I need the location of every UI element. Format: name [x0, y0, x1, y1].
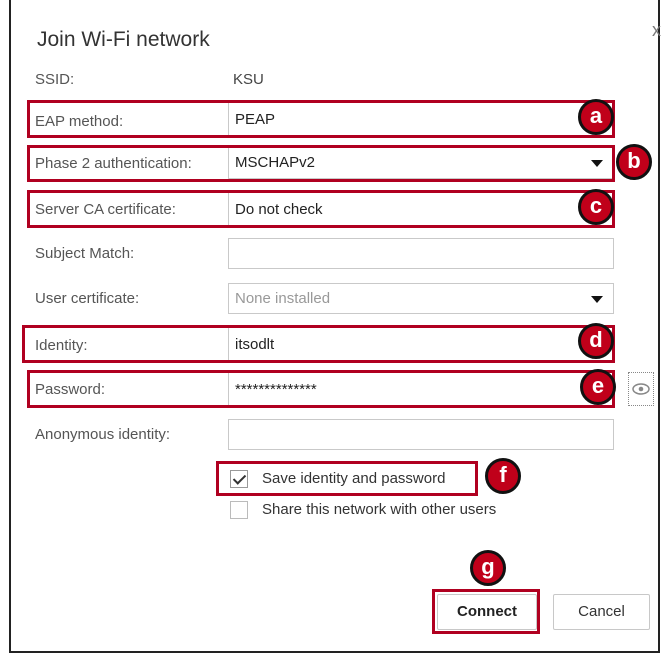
cancel-button[interactable]: Cancel	[553, 594, 650, 630]
callout-f-badge: f	[485, 458, 521, 494]
ssid-value: KSU	[233, 71, 264, 88]
anonymous-identity-label: Anonymous identity:	[35, 426, 171, 443]
callout-b-badge: b	[616, 144, 652, 180]
anonymous-identity-input[interactable]	[228, 419, 614, 450]
subject-match-label: Subject Match:	[35, 245, 135, 262]
eye-icon[interactable]	[628, 372, 654, 406]
callout-c-badge: c	[578, 189, 614, 225]
password-highlight	[27, 370, 615, 408]
eap-method-highlight	[27, 100, 615, 138]
share-network-checkbox[interactable]	[230, 501, 248, 519]
identity-highlight	[22, 325, 615, 363]
save-identity-highlight	[216, 461, 478, 496]
ssid-label: SSID:	[35, 71, 75, 88]
callout-a-badge: a	[578, 99, 614, 135]
callout-d-badge: d	[578, 323, 614, 359]
close-icon[interactable]: x	[652, 20, 661, 41]
triangle-down-icon	[591, 296, 603, 303]
share-network-label[interactable]: Share this network with other users	[262, 501, 496, 518]
server-ca-highlight	[27, 190, 615, 228]
subject-match-input[interactable]	[228, 238, 614, 269]
user-cert-label: User certificate:	[35, 290, 140, 307]
connect-highlight	[432, 589, 540, 634]
user-cert-value: None installed	[235, 290, 331, 307]
phase2-highlight	[27, 145, 615, 182]
user-cert-select[interactable]: None installed	[228, 283, 614, 314]
callout-g-badge: g	[470, 550, 506, 586]
dialog-title: Join Wi-Fi network	[37, 28, 210, 51]
callout-e-badge: e	[580, 369, 616, 405]
